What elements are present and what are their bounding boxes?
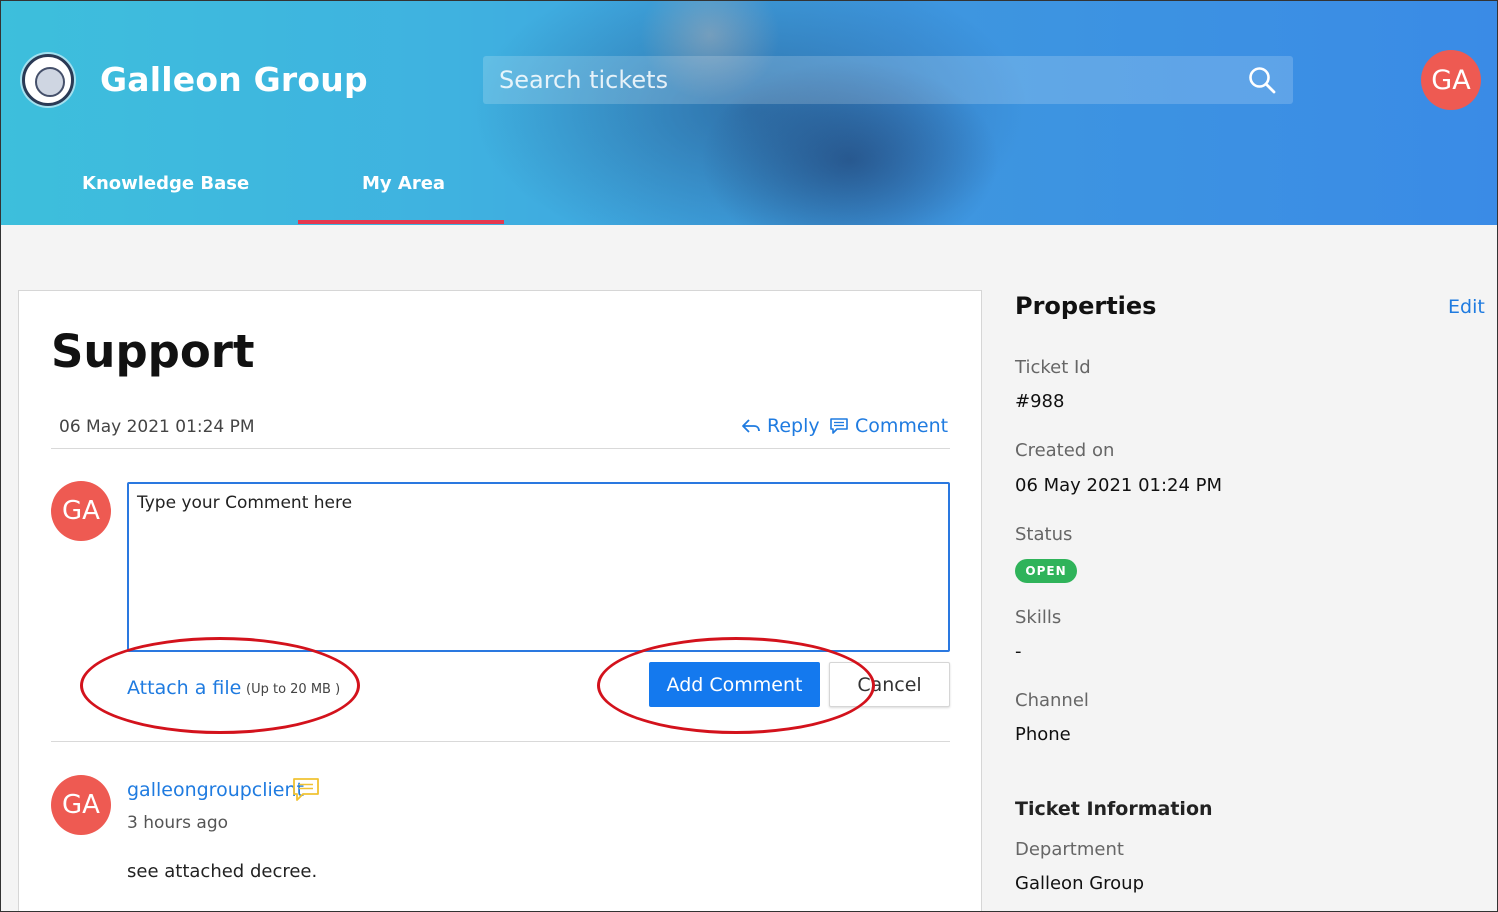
- tab-knowledge-base[interactable]: Knowledge Base: [82, 173, 249, 194]
- chat-bubble-icon: [293, 778, 319, 801]
- header-banner: Galleon Group GA Knowledge Base My Area: [0, 0, 1498, 225]
- thread-avatar: GA: [51, 775, 111, 835]
- search-bar[interactable]: [483, 56, 1293, 104]
- created-on-value: 06 May 2021 01:24 PM: [1015, 475, 1223, 496]
- channel-label: Channel: [1015, 690, 1089, 711]
- ticket-information-heading: Ticket Information: [1015, 798, 1213, 820]
- skills-label: Skills: [1015, 607, 1062, 628]
- search-icon[interactable]: [1247, 65, 1277, 95]
- attach-file-link[interactable]: Attach a file: [127, 677, 241, 699]
- reply-label: Reply: [767, 415, 820, 437]
- status-label: Status: [1015, 524, 1073, 545]
- properties-title: Properties: [1015, 292, 1157, 320]
- ticket-title: Support: [51, 325, 255, 378]
- reply-icon: [742, 419, 760, 433]
- skills-value: -: [1015, 641, 1022, 662]
- ticket-date: 06 May 2021 01:24 PM: [59, 417, 255, 437]
- created-on-label: Created on: [1015, 440, 1115, 461]
- channel-value: Phone: [1015, 724, 1071, 745]
- commenter-avatar: GA: [51, 481, 111, 541]
- department-value: Galleon Group: [1015, 873, 1144, 894]
- divider: [51, 741, 950, 742]
- comment-button[interactable]: Comment: [829, 415, 948, 437]
- active-tab-indicator: [298, 220, 504, 224]
- ticket-id-label: Ticket Id: [1015, 357, 1091, 378]
- add-comment-button[interactable]: Add Comment: [649, 662, 820, 707]
- edit-properties-link[interactable]: Edit: [1448, 296, 1485, 318]
- thread-user-link[interactable]: galleongroupclient: [127, 779, 304, 801]
- comment-textarea[interactable]: [127, 482, 950, 652]
- attach-size-note: (Up to 20 MB ): [246, 682, 341, 697]
- comment-label: Comment: [855, 415, 949, 437]
- tab-my-area[interactable]: My Area: [362, 173, 445, 194]
- cancel-button[interactable]: Cancel: [829, 662, 950, 707]
- thread-timestamp: 3 hours ago: [127, 813, 229, 833]
- user-avatar[interactable]: GA: [1421, 50, 1481, 110]
- brand-name[interactable]: Galleon Group: [100, 60, 368, 99]
- comment-icon: [830, 418, 848, 434]
- department-label: Department: [1015, 839, 1124, 860]
- company-logo[interactable]: [22, 54, 74, 106]
- search-input[interactable]: [499, 66, 1219, 94]
- ticket-card: Support 06 May 2021 01:24 PM Reply Comme…: [18, 290, 982, 912]
- thread-message: see attached decree.: [127, 861, 318, 882]
- ticket-meta-row: 06 May 2021 01:24 PM Reply Comment: [51, 409, 950, 449]
- ticket-id-value: #988: [1015, 391, 1065, 412]
- reply-button[interactable]: Reply: [741, 415, 820, 437]
- status-badge: OPEN: [1015, 559, 1077, 583]
